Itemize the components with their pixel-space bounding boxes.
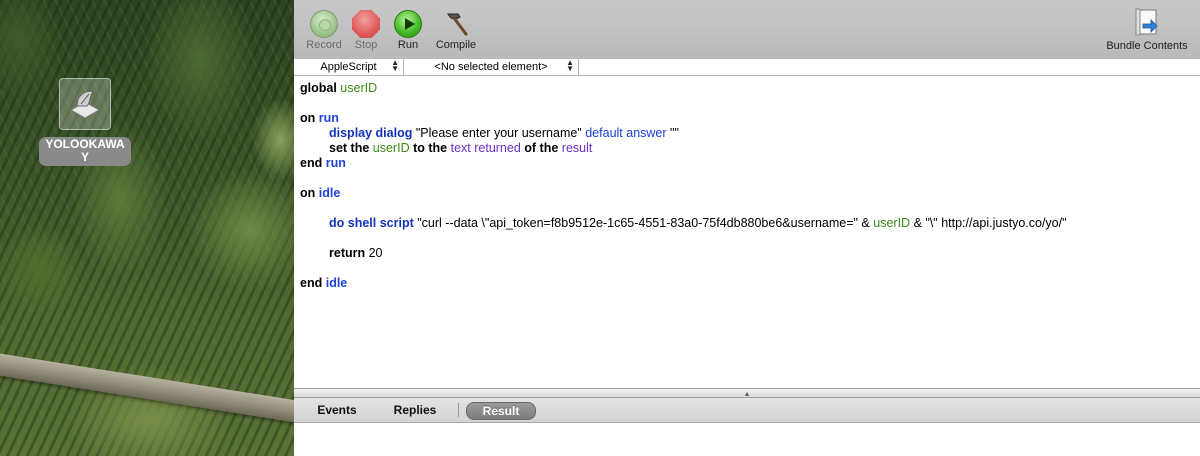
desktop-icon-label: YOLOOKAWAY: [39, 137, 131, 166]
script-editor-text-area[interactable]: global userID on run display dialog "Ple…: [294, 76, 1200, 388]
bundle-contents-icon: [1133, 8, 1161, 38]
tab-result[interactable]: Result: [466, 402, 536, 420]
navigation-bar: AppleScript ▲ ▼ <No selected element> ▲ ▼: [294, 59, 1200, 76]
tab-replies[interactable]: Replies: [382, 402, 448, 418]
desktop-app-icon[interactable]: YOLOOKAWAY: [38, 78, 132, 166]
fallen-log: [0, 352, 294, 424]
stop-icon: [352, 10, 380, 38]
code-line: return 20: [329, 246, 383, 260]
result-pane[interactable]: [294, 423, 1200, 456]
record-icon: [310, 10, 338, 38]
bundle-contents-button[interactable]: Bundle Contents: [1102, 8, 1192, 52]
popup-arrows-icon: ▲ ▼: [566, 58, 574, 73]
tab-divider: [458, 403, 459, 417]
result-tabs-bar: Events Replies Result: [294, 398, 1200, 423]
code-line: display dialog "Please enter your userna…: [329, 126, 679, 140]
code-line: do shell script "curl --data \"api_token…: [329, 216, 1067, 230]
code-line: end idle: [300, 276, 348, 290]
code-line: end run: [300, 156, 346, 170]
applescript-app-icon: [59, 78, 111, 130]
popup-arrows-icon: ▲ ▼: [391, 58, 399, 73]
compile-hammer-icon: [442, 10, 470, 38]
pane-splitter[interactable]: ▴: [294, 388, 1200, 398]
language-popup[interactable]: AppleScript ▲ ▼: [294, 59, 404, 75]
desktop-background: YOLOOKAWAY: [0, 0, 294, 456]
element-popup[interactable]: <No selected element> ▲ ▼: [404, 59, 579, 75]
compile-label: Compile: [435, 39, 477, 51]
language-popup-label: AppleScript: [320, 61, 377, 73]
code-line: on idle: [300, 186, 341, 200]
tab-events[interactable]: Events: [304, 402, 370, 418]
code-line: global userID: [300, 81, 378, 95]
element-popup-label: <No selected element>: [434, 61, 548, 73]
code-line: on run: [300, 111, 339, 125]
code-line: set the userID to the text returned of t…: [329, 141, 593, 155]
splitter-handle-icon: ▴: [745, 389, 750, 398]
run-icon: [394, 10, 422, 38]
bundle-contents-label: Bundle Contents: [1106, 40, 1188, 52]
toolbar: Record Stop Run Compile Bundle Contents: [294, 0, 1200, 60]
compile-button[interactable]: Compile: [426, 10, 486, 51]
script-editor-window: Record Stop Run Compile Bundle Contents …: [294, 0, 1200, 456]
